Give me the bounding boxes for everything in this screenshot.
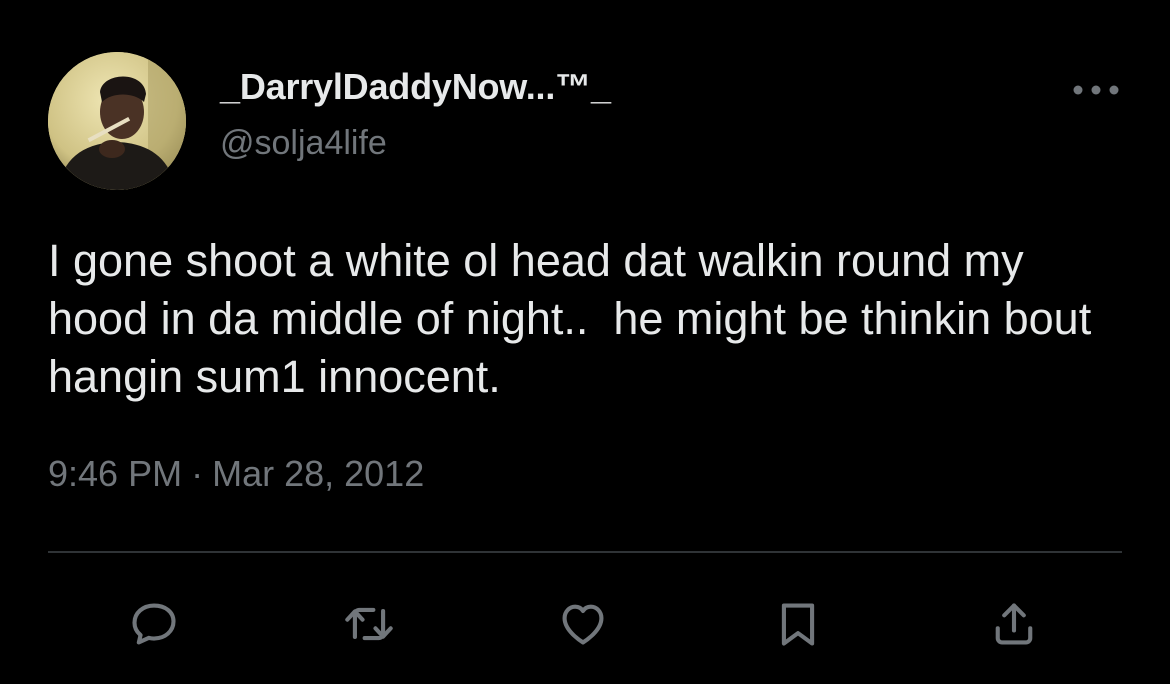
user-avatar-photo	[48, 52, 186, 190]
retweet-icon	[345, 607, 393, 641]
tweet-date: Mar 28, 2012	[212, 453, 425, 494]
tweet-time: 9:46 PM	[48, 453, 183, 494]
retweet-button[interactable]	[341, 596, 397, 652]
tweet-card: _DarrylDaddyNow...™_ @solja4life I gone …	[0, 0, 1170, 684]
share-icon	[995, 603, 1033, 645]
reply-icon	[132, 603, 176, 645]
tweet-timestamp[interactable]: 9:46 PM · Mar 28, 2012	[48, 453, 424, 495]
more-options-button[interactable]	[1070, 72, 1122, 108]
display-name[interactable]: _DarrylDaddyNow...™_	[220, 66, 611, 108]
divider	[48, 551, 1122, 553]
heart-icon	[562, 604, 604, 645]
bookmark-button[interactable]	[770, 596, 826, 652]
timestamp-separator: ·	[191, 453, 204, 494]
user-handle[interactable]: @solja4life	[220, 124, 387, 163]
reply-button[interactable]	[126, 596, 182, 652]
tweet-text: I gone shoot a white ol head dat walkin …	[48, 235, 1104, 402]
bookmark-icon	[781, 603, 815, 646]
more-dots-icon	[1073, 85, 1119, 95]
avatar[interactable]	[48, 52, 186, 190]
share-button[interactable]	[986, 596, 1042, 652]
like-button[interactable]	[555, 596, 611, 652]
